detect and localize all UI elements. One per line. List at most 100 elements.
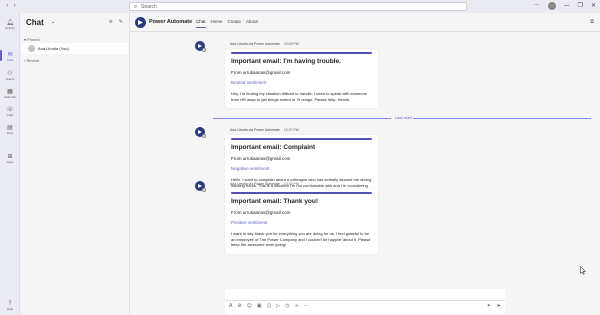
message-sender: Ana Urrutia via Power Automate 10:27 PM bbox=[230, 128, 299, 132]
chat-icon: ✉ bbox=[7, 51, 13, 58]
rail-item-teams[interactable]: ⚇ Teams bbox=[0, 70, 20, 81]
teams-icon: ⚇ bbox=[7, 70, 13, 77]
message-sender: Ana Urrutia via Power Automate 10:33 PM bbox=[230, 182, 299, 186]
card-from: From urrutiaanas@gmail.com bbox=[231, 70, 291, 75]
main-pane: Power Automate Chat Home Create About ⧉ … bbox=[130, 13, 600, 315]
card-body: Hey, I'm finding my situation difficult … bbox=[231, 91, 368, 102]
card-title: Important email: Complaint bbox=[231, 144, 316, 151]
section-recent[interactable]: › Recent bbox=[24, 58, 39, 63]
message-time: 10:33 PM bbox=[283, 182, 299, 186]
rail-label: Files bbox=[6, 131, 14, 135]
sender-name: Ana Urrutia via Power Automate bbox=[230, 182, 280, 186]
rail-label: Calls bbox=[6, 113, 14, 117]
help-icon: ? bbox=[8, 300, 12, 307]
rail-label: Teams bbox=[5, 77, 15, 81]
card-sentiment: Positive sentiment bbox=[231, 220, 268, 225]
rail-item-help[interactable]: ? Help bbox=[0, 300, 20, 311]
calendar-icon: ▦ bbox=[7, 88, 13, 95]
attach-icon[interactable]: ⊘ bbox=[237, 303, 241, 309]
new-chat-icon[interactable]: ✎ bbox=[119, 19, 123, 25]
copilot-icon[interactable]: ✦ bbox=[487, 303, 491, 309]
tab-chat[interactable]: Chat bbox=[196, 19, 206, 28]
sticker-icon[interactable]: ◫ bbox=[267, 303, 272, 309]
tab-create[interactable]: Create bbox=[228, 19, 242, 24]
bot-avatar bbox=[195, 127, 206, 138]
presence-dot bbox=[202, 48, 206, 52]
minimize-icon[interactable]: — bbox=[564, 2, 570, 10]
rail-item-calls[interactable]: ☏ Calls bbox=[0, 106, 20, 117]
close-icon[interactable]: ✕ bbox=[591, 2, 596, 10]
app-rail: 🔔︎ Activity ✉ Chat ⚇ Teams ▦ Calendar ☏ … bbox=[0, 13, 20, 315]
forward-arrow-icon[interactable]: › bbox=[13, 2, 15, 9]
message-input[interactable] bbox=[225, 289, 505, 300]
chat-item-self[interactable]: Ana Urrutia (You) bbox=[22, 43, 128, 54]
presence-dot bbox=[202, 134, 206, 138]
app-title: Power Automate bbox=[149, 19, 193, 25]
card-body: I want to say thank you for everything y… bbox=[231, 231, 371, 248]
chevron-down-icon[interactable]: ⌄ bbox=[51, 19, 55, 25]
presence-dot bbox=[202, 188, 206, 192]
popout-icon[interactable]: ⧉ bbox=[590, 19, 594, 25]
search-icon: ⌕ bbox=[134, 3, 138, 10]
file-icon: ▤ bbox=[7, 124, 13, 131]
rail-label: Help bbox=[6, 307, 14, 311]
section-recent-label: Recent bbox=[26, 58, 40, 63]
loop-icon[interactable]: ∞ bbox=[295, 303, 299, 309]
chat-list-title[interactable]: Chat bbox=[26, 18, 44, 27]
tab-home[interactable]: Home bbox=[211, 19, 223, 24]
back-arrow-icon[interactable]: ‹ bbox=[6, 2, 8, 9]
rail-item-files[interactable]: ▤ Files bbox=[0, 124, 20, 135]
section-pinned-label: Pinned bbox=[27, 37, 40, 42]
profile-avatar[interactable] bbox=[547, 2, 556, 10]
search-box[interactable]: ⌕ Search bbox=[129, 2, 467, 11]
rail-item-calendar[interactable]: ▦ Calendar bbox=[0, 88, 20, 99]
nav-arrows: ‹ › bbox=[6, 2, 16, 9]
tab-bar: Chat Home Create About bbox=[196, 19, 258, 28]
more-compose-icon[interactable]: ⋯ bbox=[304, 303, 309, 309]
meet-now-icon[interactable]: ▷ bbox=[276, 303, 280, 309]
compose-divider bbox=[225, 300, 505, 301]
adaptive-card: Important email: Thank you! From urrutia… bbox=[225, 189, 378, 254]
main-header: Power Automate Chat Home Create About ⧉ bbox=[130, 13, 600, 32]
schedule-icon[interactable]: ◷ bbox=[285, 303, 289, 309]
power-automate-logo-icon bbox=[135, 17, 146, 28]
card-accent-bar bbox=[231, 192, 372, 194]
search-placeholder: Search bbox=[141, 4, 157, 10]
chat-list-pane: Chat ⌄ ≡ ✎ ▾ Pinned Ana Urrutia (You) › … bbox=[20, 13, 130, 315]
send-icon[interactable]: ➤ bbox=[497, 303, 501, 309]
gif-icon[interactable]: ▣ bbox=[257, 303, 262, 309]
restore-icon[interactable]: ❐ bbox=[578, 2, 583, 10]
message-time: 10:00 PM bbox=[283, 42, 299, 46]
message-time: 10:27 PM bbox=[283, 128, 299, 132]
tab-about[interactable]: About bbox=[246, 19, 258, 24]
section-pinned[interactable]: ▾ Pinned bbox=[24, 37, 40, 42]
adaptive-card: Important email: I'm having trouble. Fro… bbox=[225, 49, 378, 109]
emoji-icon[interactable]: ☺ bbox=[247, 303, 252, 309]
send-tools: ✦ ➤ bbox=[487, 303, 501, 309]
card-accent-bar bbox=[231, 138, 372, 140]
divider-line bbox=[413, 118, 591, 119]
more-options-icon[interactable]: ··· bbox=[534, 2, 540, 10]
rail-item-apps[interactable]: ⊞ Apps bbox=[0, 153, 20, 164]
apps-icon: ⊞ bbox=[7, 153, 13, 160]
card-from: From urrutiaanas@gmail.com bbox=[231, 156, 291, 161]
phone-icon: ☏ bbox=[6, 106, 14, 113]
last-read-divider: Last read bbox=[213, 115, 591, 121]
sender-name: Ana Urrutia via Power Automate bbox=[230, 42, 280, 46]
filter-icon[interactable]: ≡ bbox=[109, 19, 113, 25]
card-sentiment: Negative sentiment bbox=[231, 166, 270, 171]
rail-label: Chat bbox=[6, 58, 14, 62]
title-bar: ‹ › ⌕ Search ··· — ❐ ✕ bbox=[0, 0, 600, 13]
message-sender: Ana Urrutia via Power Automate 10:00 PM bbox=[230, 42, 299, 46]
format-icon[interactable]: A bbox=[229, 303, 232, 309]
card-accent-bar bbox=[231, 52, 372, 54]
rail-item-activity[interactable]: 🔔︎ Activity bbox=[0, 19, 20, 30]
rail-label: Activity bbox=[5, 26, 15, 30]
card-title: Important email: Thank you! bbox=[231, 198, 319, 205]
rail-item-chat[interactable]: ✉ Chat bbox=[0, 51, 20, 62]
window-controls: ··· — ❐ ✕ bbox=[534, 2, 596, 10]
avatar bbox=[28, 45, 35, 52]
chat-list-tools: ≡ ✎ bbox=[109, 19, 123, 25]
chat-item-name: Ana Urrutia (You) bbox=[38, 46, 69, 51]
rail-label: Apps bbox=[6, 160, 14, 164]
